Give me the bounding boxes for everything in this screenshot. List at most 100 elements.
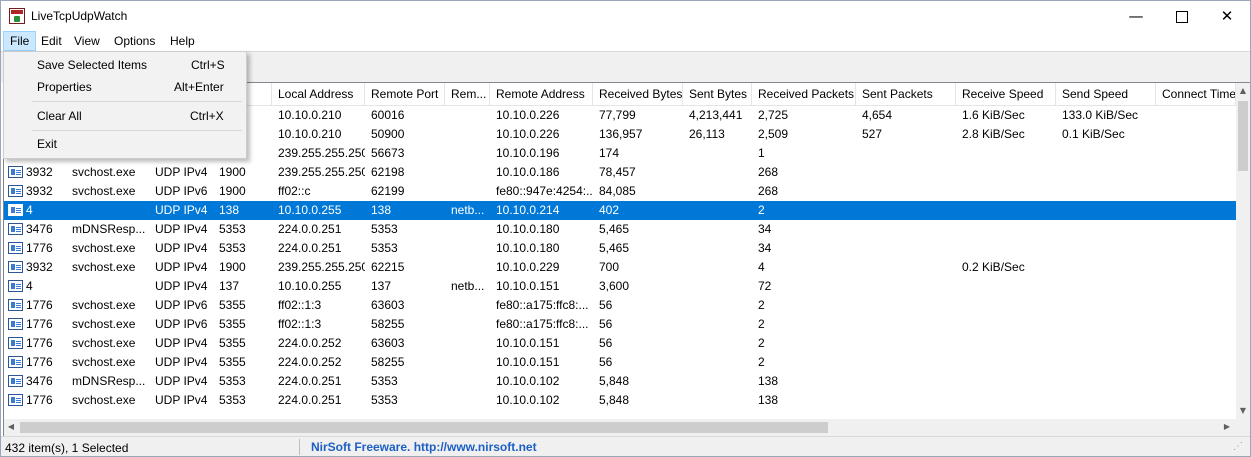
table-row[interactable]: 3932 svchost.exe UDP IPv6 1900 ff02::c 62199 f… — [4, 182, 1236, 201]
table-row[interactable]: 4 UDP IPv4 138 10.10.0.255 138 netb... 10.10.0… — [4, 201, 1236, 220]
cell-process: mDNSResp... — [72, 222, 146, 236]
column-header-received-bytes[interactable]: Received Bytes — [593, 83, 683, 105]
column-header-sent-packets[interactable]: Sent Packets — [856, 83, 956, 105]
menu-view[interactable]: View — [68, 31, 106, 51]
cell-sent-bytes — [683, 201, 752, 220]
close-button[interactable]: ✕ — [1204, 1, 1250, 31]
menu-item-label: Properties — [37, 80, 92, 94]
cell-receive-speed — [956, 239, 1056, 258]
menu-edit[interactable]: Edit — [35, 31, 68, 51]
app-window: LiveTcpUdpWatch — ✕ File Edit View Optio… — [0, 0, 1251, 457]
cell-send-speed: 0.1 KiB/Sec — [1062, 127, 1125, 141]
menu-item-properties[interactable]: Properties Alt+Enter — [4, 76, 246, 98]
table-row[interactable]: 3476 mDNSResp... UDP IPv4 5353 224.0.0.251 53… — [4, 372, 1236, 391]
cell-sent-bytes — [683, 334, 752, 353]
title-bar[interactable]: LiveTcpUdpWatch — ✕ — [1, 1, 1250, 31]
column-header-sent-bytes[interactable]: Sent Bytes — [683, 83, 752, 105]
cell-received-bytes: 56 — [599, 317, 613, 331]
vertical-scroll-thumb[interactable] — [1238, 101, 1248, 171]
cell-protocol: UDP IPv4 — [155, 203, 208, 217]
menu-item-save-selected[interactable]: Save Selected Items Ctrl+S — [4, 54, 246, 76]
cell-pid: 1776 — [26, 336, 53, 350]
cell-remote-address: 10.10.0.186 — [496, 165, 560, 179]
column-header-local-address[interactable]: Local Address — [272, 83, 365, 105]
table-row[interactable]: 1776 svchost.exe UDP IPv6 5355 ff02::1:3 6360… — [4, 296, 1236, 315]
menu-item-exit[interactable]: Exit — [4, 133, 246, 155]
cell-sent-packets — [856, 239, 956, 258]
cell-remote-port: 5353 — [371, 393, 398, 407]
menu-separator — [32, 101, 242, 102]
size-grip-icon[interactable]: ⋰ — [1233, 441, 1243, 452]
cell-remote-address: fe80::a175:ffc8:... — [496, 298, 589, 312]
scroll-right-arrow-icon[interactable]: ▶ — [1220, 419, 1234, 435]
cell-remote-address: 10.10.0.180 — [496, 222, 560, 236]
maximize-button[interactable] — [1159, 1, 1205, 31]
column-header-receive-speed[interactable]: Receive Speed — [956, 83, 1056, 105]
menu-item-clear-all[interactable]: Clear All Ctrl+X — [4, 105, 246, 127]
cell-process: svchost.exe — [72, 184, 136, 198]
cell-remote-port: 63603 — [371, 336, 405, 350]
table-row[interactable]: 4 UDP IPv4 137 10.10.0.255 137 netb... 10.10.0… — [4, 277, 1236, 296]
scroll-down-arrow-icon[interactable]: ▼ — [1236, 403, 1250, 419]
cell-protocol: UDP IPv4 — [155, 393, 208, 407]
cell-local-address: 239.255.255.250 — [278, 146, 365, 160]
cell-receive-speed — [956, 201, 1056, 220]
cell-local-address: 224.0.0.251 — [278, 241, 342, 255]
menu-file[interactable]: File — [3, 31, 37, 51]
cell-remote-port: 58255 — [371, 355, 405, 369]
cell-send-speed — [1056, 353, 1156, 372]
app-icon — [9, 8, 25, 24]
cell-remote-port: 137 — [371, 279, 392, 293]
column-header-remote-port[interactable]: Remote Port — [365, 83, 445, 105]
cell-local-address: 239.255.255.250 — [278, 260, 365, 274]
menu-item-label: Exit — [37, 137, 58, 151]
scroll-left-arrow-icon[interactable]: ◀ — [4, 419, 18, 435]
cell-sent-bytes: 26,113 — [689, 127, 725, 141]
horizontal-scroll-thumb[interactable] — [20, 422, 828, 433]
connection-row-icon — [8, 356, 23, 368]
scroll-up-arrow-icon[interactable]: ▲ — [1236, 83, 1250, 99]
cell-receive-speed: 2.8 KiB/Sec — [962, 127, 1025, 141]
horizontal-scrollbar[interactable]: ◀ ▶ — [4, 419, 1236, 436]
nirsoft-link[interactable]: NirSoft Freeware. http://www.nirsoft.net — [311, 440, 537, 454]
menu-help[interactable]: Help — [164, 31, 201, 51]
table-row[interactable]: 1776 svchost.exe UDP IPv4 5353 224.0.0.251 53… — [4, 239, 1236, 258]
table-row[interactable]: 1776 svchost.exe UDP IPv4 5355 224.0.0.252 58… — [4, 353, 1236, 372]
column-header-remote-name[interactable]: Rem... — [445, 83, 490, 105]
cell-send-speed — [1056, 144, 1156, 163]
cell-remote-port: 138 — [371, 203, 392, 217]
table-row[interactable]: 1776 svchost.exe UDP IPv4 5353 224.0.0.251 53… — [4, 391, 1236, 410]
cell-local-port: 5355 — [219, 336, 246, 350]
column-header-remote-address[interactable]: Remote Address — [490, 83, 593, 105]
cell-remote-port: 5353 — [371, 241, 398, 255]
table-row[interactable]: 3932 svchost.exe UDP IPv4 1900 239.255.255.2… — [4, 258, 1236, 277]
cell-sent-packets: 4,654 — [862, 108, 893, 122]
cell-receive-speed — [956, 353, 1056, 372]
cell-local-port: 1900 — [219, 165, 246, 179]
cell-pid: 1776 — [26, 298, 53, 312]
table-row[interactable]: 3932 svchost.exe UDP IPv4 1900 239.255.255.2… — [4, 163, 1236, 182]
column-header-connect-time[interactable]: Connect Time — [1156, 83, 1236, 105]
cell-process — [66, 277, 149, 296]
minimize-button[interactable]: — — [1113, 1, 1159, 31]
cell-pid: 4 — [26, 203, 33, 217]
column-header-send-speed[interactable]: Send Speed — [1056, 83, 1156, 105]
table-row[interactable]: 1776 svchost.exe UDP IPv4 5355 224.0.0.252 63… — [4, 334, 1236, 353]
cell-received-bytes: 174 — [599, 146, 620, 160]
column-header-received-packets[interactable]: Received Packets — [752, 83, 856, 105]
table-row[interactable]: 1776 svchost.exe UDP IPv6 5355 ff02::1:3 5825… — [4, 315, 1236, 334]
menu-options[interactable]: Options — [108, 31, 161, 51]
cell-protocol: UDP IPv6 — [155, 184, 208, 198]
cell-receive-speed — [956, 163, 1056, 182]
scrollbar-corner — [1236, 419, 1250, 436]
cell-received-packets: 2 — [758, 298, 765, 312]
cell-remote-name — [445, 315, 490, 334]
vertical-scrollbar[interactable]: ▲ ▼ — [1236, 83, 1250, 419]
cell-received-packets: 2 — [758, 317, 765, 331]
minimize-icon: — — [1128, 7, 1144, 25]
cell-local-address: ff02::c — [278, 184, 311, 198]
cell-sent-packets: 527 — [862, 127, 883, 141]
cell-received-bytes: 56 — [599, 355, 613, 369]
cell-remote-port: 5353 — [371, 222, 398, 236]
table-row[interactable]: 3476 mDNSResp... UDP IPv4 5353 224.0.0.251 53… — [4, 220, 1236, 239]
